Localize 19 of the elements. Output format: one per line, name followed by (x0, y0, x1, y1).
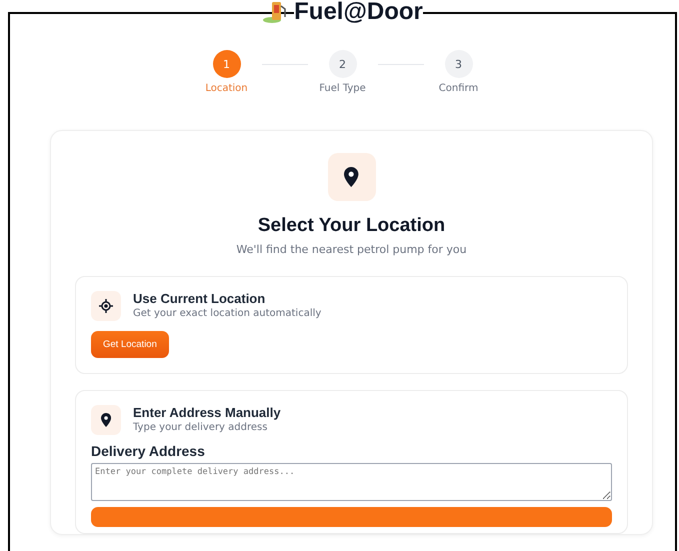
card-subtitle: We'll find the nearest petrol pump for you (236, 243, 467, 256)
card-heading: Select Your Location (258, 215, 446, 237)
option-subtitle: Type your delivery address (133, 422, 268, 433)
location-pin-icon (100, 413, 112, 427)
step-label: Location (205, 83, 248, 94)
field-label: Delivery Address (91, 443, 206, 459)
app-title: Fuel@Door (294, 0, 423, 26)
submit-button[interactable] (91, 507, 612, 527)
option-title: Use Current Location (133, 291, 266, 306)
location-pin-icon (344, 167, 359, 187)
option-subtitle: Get your exact location automatically (133, 308, 322, 319)
step-number[interactable]: 3 (444, 50, 472, 78)
step-number[interactable]: 2 (328, 50, 356, 78)
address-field[interactable]: Enter your complete delivery address... (91, 463, 612, 501)
option-title: Enter Address Manually (133, 405, 281, 420)
crosshair-icon (99, 299, 113, 313)
step-label: Fuel Type (319, 83, 366, 94)
step-label: Confirm (438, 83, 478, 94)
fuel-pump-icon (262, 0, 288, 24)
